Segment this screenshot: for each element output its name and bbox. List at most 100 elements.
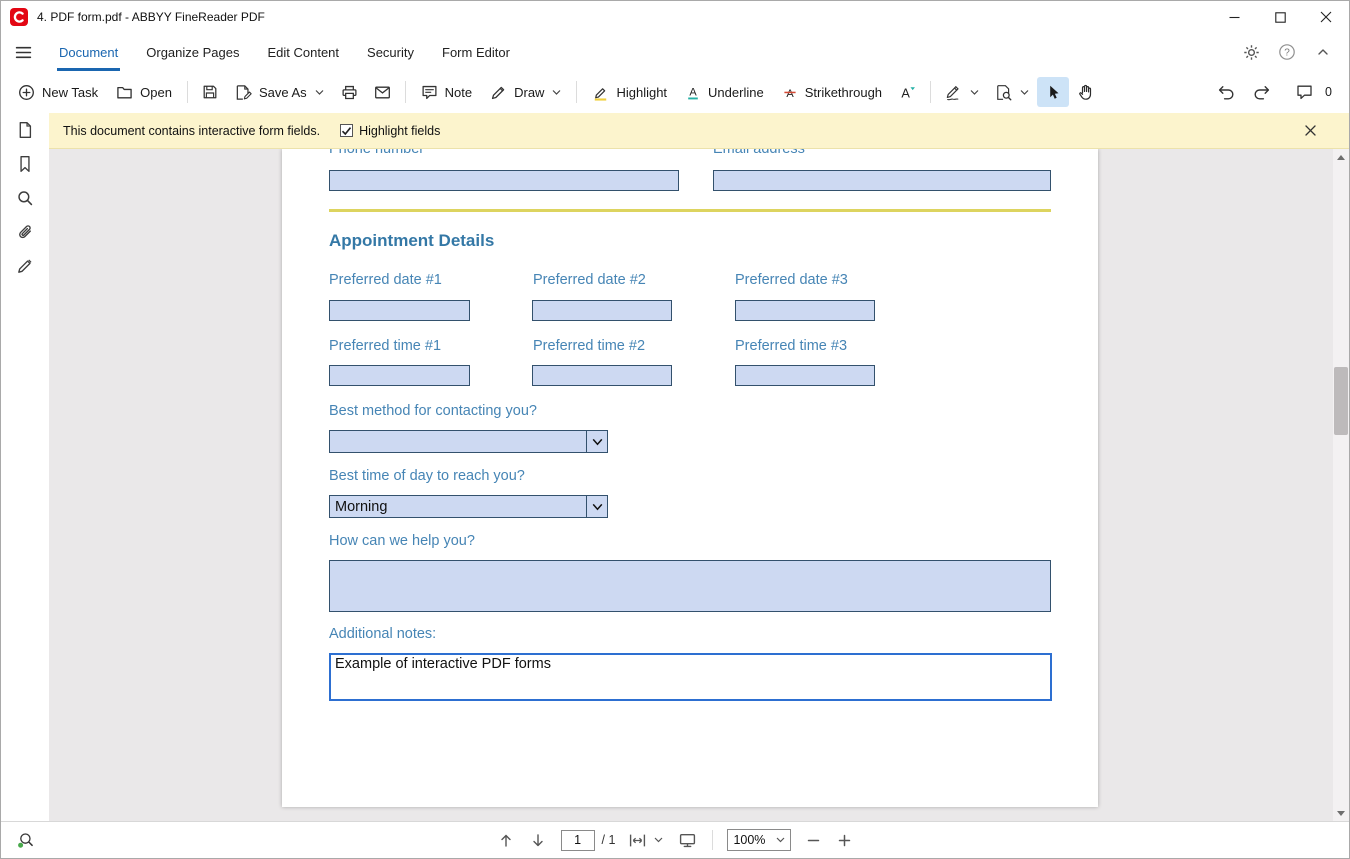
preferred-date-3-field[interactable] [735, 300, 875, 321]
scrollbar-thumb[interactable] [1334, 367, 1348, 435]
email-address-label: Email address [713, 149, 805, 158]
strikethrough-button[interactable]: A Strikethrough [773, 77, 891, 107]
preferred-date-2-field[interactable] [532, 300, 672, 321]
toolbar-divider [405, 81, 406, 103]
maximize-button[interactable] [1257, 1, 1303, 33]
plus-icon [838, 834, 851, 847]
email-address-field[interactable] [713, 170, 1051, 191]
contact-method-select[interactable] [329, 430, 608, 453]
preferred-date-1-label: Preferred date #1 [329, 272, 442, 289]
chevron-down-icon[interactable] [586, 431, 607, 452]
preferred-time-2-field[interactable] [532, 365, 672, 386]
zoom-in-button[interactable] [836, 832, 853, 849]
save-as-icon [235, 84, 252, 101]
previous-page-button[interactable] [497, 831, 515, 850]
zoom-select[interactable]: 100% [727, 829, 791, 851]
page-number-input[interactable]: 1 [561, 830, 595, 851]
save-button[interactable] [194, 77, 226, 107]
fit-page-button[interactable] [677, 831, 698, 850]
gear-icon [1243, 44, 1260, 61]
cursor-arrow-icon [1045, 84, 1061, 101]
tab-organize-pages[interactable]: Organize Pages [132, 33, 253, 71]
chevron-down-icon [1020, 89, 1029, 96]
sidebar-item-search[interactable] [1, 181, 49, 215]
background-recognition-button[interactable] [15, 829, 37, 851]
font-style-button[interactable]: A [891, 77, 924, 107]
notes-textarea[interactable]: Example of interactive PDF forms [329, 653, 1052, 701]
svg-text:A: A [689, 86, 697, 98]
preferred-time-3-label: Preferred time #3 [735, 338, 847, 355]
chevron-down-icon[interactable] [586, 496, 607, 517]
settings-button[interactable] [1237, 38, 1265, 66]
menubar-right: ? [1237, 33, 1349, 71]
open-button[interactable]: Open [107, 77, 181, 107]
envelope-icon [374, 85, 391, 100]
open-label: Open [140, 85, 172, 100]
search-document-button[interactable] [987, 77, 1037, 107]
new-task-button[interactable]: New Task [9, 77, 107, 107]
preferred-time-1-field[interactable] [329, 365, 470, 386]
minus-icon [807, 834, 820, 847]
tab-edit-content[interactable]: Edit Content [253, 33, 353, 71]
hand-tool-button[interactable] [1069, 77, 1102, 107]
sidebar-item-pages[interactable] [1, 113, 49, 147]
main-menu-button[interactable] [1, 33, 45, 71]
minimize-button[interactable] [1211, 1, 1257, 33]
highlight-fields-checkbox[interactable]: Highlight fields [340, 124, 440, 138]
collapse-ribbon-button[interactable] [1309, 38, 1337, 66]
comment-bubble-icon [1296, 84, 1314, 100]
save-as-label: Save As [259, 85, 307, 100]
tab-security[interactable]: Security [353, 33, 428, 71]
chevron-up-icon [1316, 45, 1330, 59]
phone-number-field[interactable] [329, 170, 679, 191]
document-viewport[interactable]: Phone number Email address Appointment D… [49, 149, 1333, 821]
fit-width-button[interactable] [629, 833, 663, 848]
note-icon [421, 84, 438, 101]
underline-button[interactable]: A Underline [676, 77, 773, 107]
notification-close-button[interactable] [1297, 118, 1323, 144]
best-time-select[interactable]: Morning [329, 495, 608, 518]
help-textarea[interactable] [329, 560, 1051, 612]
help-button[interactable]: ? [1273, 38, 1301, 66]
preferred-date-2-label: Preferred date #2 [533, 272, 646, 289]
close-window-button[interactable] [1303, 1, 1349, 33]
redo-button[interactable] [1244, 77, 1279, 107]
minimize-icon [1229, 12, 1240, 23]
best-time-label: Best time of day to reach you? [329, 468, 525, 485]
tab-label: Organize Pages [146, 45, 239, 60]
paperclip-icon [16, 223, 34, 241]
comments-button[interactable]: 0 [1287, 77, 1341, 107]
vertical-scrollbar[interactable] [1333, 149, 1349, 821]
sidebar-item-bookmarks[interactable] [1, 147, 49, 181]
preferred-date-1-field[interactable] [329, 300, 470, 321]
zoom-out-button[interactable] [805, 832, 822, 849]
sidebar-item-signature[interactable] [1, 249, 49, 283]
printer-icon [341, 84, 358, 101]
best-time-value: Morning [335, 499, 387, 515]
signature-button[interactable] [937, 77, 987, 107]
select-tool-button[interactable] [1037, 77, 1069, 107]
scroll-up-button[interactable] [1333, 149, 1349, 165]
phone-number-label: Phone number [329, 149, 424, 158]
save-as-button[interactable]: Save As [226, 77, 333, 107]
titlebar: 4. PDF form.pdf - ABBYY FineReader PDF [1, 1, 1349, 33]
strikethrough-label: Strikethrough [805, 85, 882, 100]
email-button[interactable] [366, 77, 399, 107]
preferred-date-3-label: Preferred date #3 [735, 272, 848, 289]
hand-icon [1077, 84, 1094, 101]
strikethrough-icon: A [782, 84, 798, 101]
svg-text:?: ? [1284, 48, 1290, 59]
next-page-button[interactable] [529, 831, 547, 850]
scroll-down-button[interactable] [1333, 805, 1349, 821]
tab-form-editor[interactable]: Form Editor [428, 33, 524, 71]
highlight-fields-label: Highlight fields [359, 124, 440, 138]
draw-button[interactable]: Draw [481, 77, 570, 107]
sidebar-item-attachments[interactable] [1, 215, 49, 249]
note-button[interactable]: Note [412, 77, 481, 107]
save-icon [202, 84, 218, 100]
tab-document[interactable]: Document [45, 33, 132, 71]
print-button[interactable] [333, 77, 366, 107]
undo-button[interactable] [1209, 77, 1244, 107]
highlight-button[interactable]: Highlight [583, 77, 676, 107]
preferred-time-3-field[interactable] [735, 365, 875, 386]
